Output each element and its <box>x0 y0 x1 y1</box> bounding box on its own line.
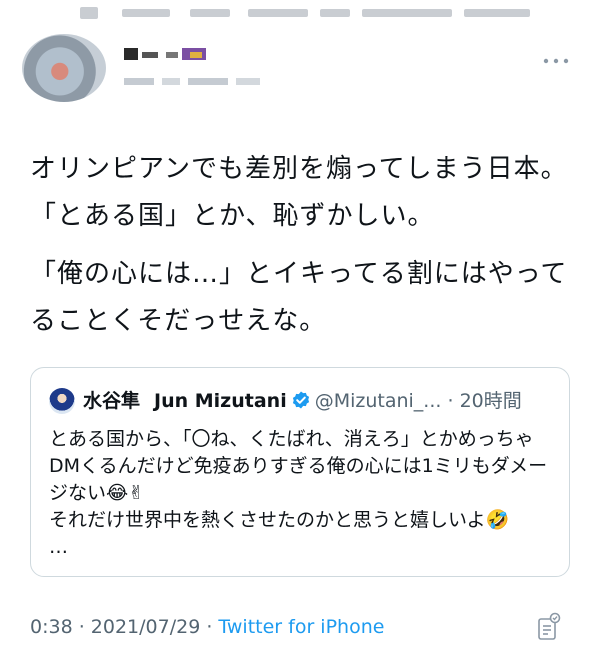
pixelated-author-handle <box>124 72 274 85</box>
quoted-author-handle[interactable]: @Mizutani_... <box>315 390 442 412</box>
tweet-text: オリンピアンでも差別を煽ってしまう日本。「とある国」とか、恥ずかしい。 「俺の心… <box>30 146 580 356</box>
quoted-tweet-line: とある国から、「〇ね、くたばれ、消えろ」とかめっちゃDMくるんだけど免疫ありすぎ… <box>49 428 548 504</box>
analytics-icon[interactable] <box>536 612 562 642</box>
author-avatar[interactable] <box>22 34 106 102</box>
quoted-tweet-time[interactable]: · 20時間 <box>447 390 521 412</box>
quoted-author-name-en[interactable]: Jun Mizutani <box>154 390 287 412</box>
tweet-paragraph: オリンピアンでも差別を煽ってしまう日本。「とある国」とか、恥ずかしい。 <box>30 154 568 231</box>
quoted-tweet-line: … <box>49 536 68 558</box>
tweet-paragraph: 「俺の心には…」とイキってる割にはやってることくそだっせえな。 <box>30 259 568 336</box>
more-icon[interactable] <box>538 52 574 70</box>
pixelated-author-name <box>124 46 212 62</box>
tweet-source-link[interactable]: Twitter for iPhone <box>218 616 384 638</box>
tweet-timestamp[interactable]: 0:38 · 2021/07/29 · <box>30 616 218 638</box>
quoted-tweet-line: それだけ世界中を熱くさせたのかと思うと嬉しいよ🤣 <box>49 509 510 531</box>
quoted-tweet-header: 水谷隼 Jun Mizutani @Mizutani_... · 20時間 <box>83 388 522 417</box>
quoted-tweet-body: とある国から、「〇ね、くたばれ、消えろ」とかめっちゃDMくるんだけど免疫ありすぎ… <box>49 426 559 561</box>
verified-icon <box>291 390 311 417</box>
quoted-tweet[interactable]: 水谷隼 Jun Mizutani @Mizutani_... · 20時間 とある国… <box>30 367 570 577</box>
tweet-footer: 0:38 · 2021/07/29 · Twitter for iPhone <box>30 614 384 640</box>
pixelated-header-text <box>80 4 530 22</box>
quoted-author-name[interactable]: 水谷隼 <box>83 390 140 412</box>
quoted-author-avatar[interactable] <box>49 388 75 414</box>
